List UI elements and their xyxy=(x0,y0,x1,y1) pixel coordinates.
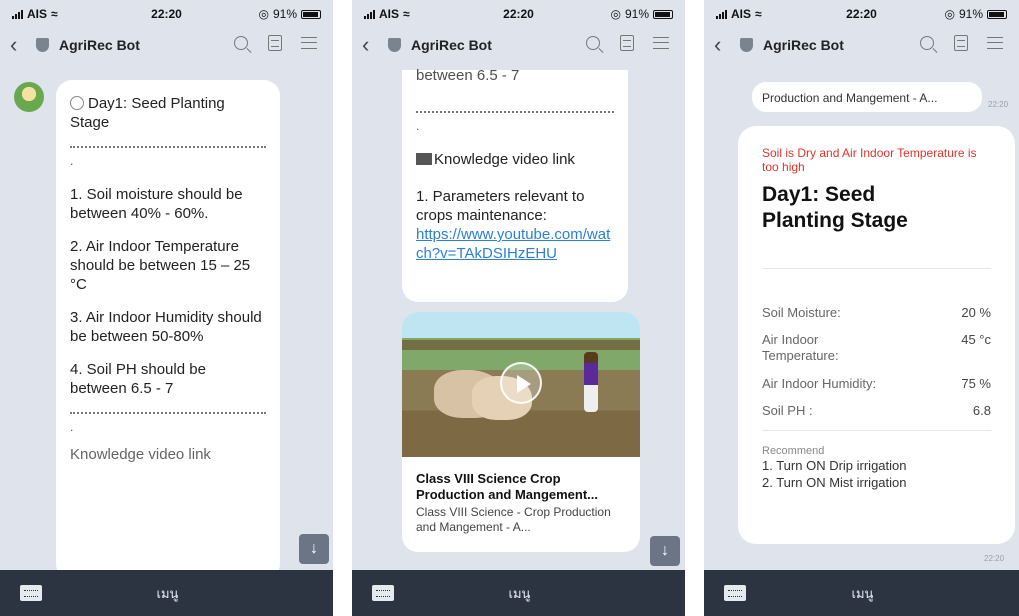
sensor-row: Soil PH : 6.8 xyxy=(762,403,991,418)
clock-time: 22:20 xyxy=(846,7,877,21)
video-subtitle: Class VIII Science - Crop Production and… xyxy=(416,505,611,534)
status-bar: AIS ≈ 22:20 ◎ 91% xyxy=(0,0,333,28)
video-card[interactable]: Class VIII Science Crop Production and M… xyxy=(402,312,640,552)
bot-avatar[interactable] xyxy=(14,82,44,112)
chat-title: AgriRec Bot xyxy=(59,37,140,53)
search-icon[interactable] xyxy=(913,35,941,55)
guideline-item: 4. Soil PH should be between 6.5 - 7 xyxy=(70,361,206,397)
battery-icon xyxy=(653,9,673,19)
chat-header: ‹ AgriRec Bot xyxy=(704,28,1019,62)
cut-video-heading: Knowledge video link xyxy=(70,446,211,463)
notes-icon[interactable] xyxy=(613,34,641,56)
sensor-value: 6.8 xyxy=(972,403,991,418)
sensor-row: Air Indoor Temperature: 45 °c xyxy=(762,332,991,364)
message-time: 22:20 xyxy=(988,100,1009,109)
chat-title: AgriRec Bot xyxy=(411,37,492,53)
chat-header: ‹ AgriRec Bot xyxy=(0,28,333,62)
status-bar: AIS ≈ 22:20 ◎ 91% xyxy=(352,0,685,28)
parameter-text: 1. Parameters relevant to crops maintena… xyxy=(416,188,585,224)
guideline-item: 3. Air Indoor Humidity should be between… xyxy=(70,309,262,345)
battery-icon xyxy=(301,9,321,19)
sensor-label: Soil Moisture: xyxy=(762,305,841,320)
bottom-menu-bar: เมนู xyxy=(704,570,1019,616)
clock-time: 22:20 xyxy=(503,7,534,21)
rich-menu-toggle[interactable]: เมนู xyxy=(42,583,293,604)
message-bubble: Day1: Seed Planting Stage . 1. Soil mois… xyxy=(56,80,280,580)
message-bubble: between 6.5 - 7 . Knowledge video link 1… xyxy=(402,67,628,302)
farmer-illustration xyxy=(584,352,598,412)
guideline-item: 1. Soil moisture should be between 40% -… xyxy=(70,186,243,222)
notes-icon[interactable] xyxy=(947,34,975,56)
sensor-label: Air Indoor Humidity: xyxy=(762,376,877,391)
status-bar: AIS ≈ 22:20 ◎ 91% xyxy=(704,0,1019,28)
divider-mark: . xyxy=(416,119,420,133)
divider-mark: . xyxy=(70,420,74,434)
battery-icon xyxy=(987,9,1007,19)
sensor-row: Soil Moisture: 20 % xyxy=(762,305,991,320)
divider xyxy=(762,268,991,269)
bottom-menu-bar: เมนู xyxy=(0,570,333,616)
recommend-label: Recommend xyxy=(762,445,825,457)
video-title: Class VIII Science Crop Production and M… xyxy=(416,471,599,502)
sensor-row: Air Indoor Humidity: 75 % xyxy=(762,376,991,391)
menu-icon[interactable] xyxy=(295,36,323,54)
rich-menu-toggle[interactable]: เมนู xyxy=(746,583,979,604)
dotted-divider xyxy=(70,412,266,414)
rich-menu-toggle[interactable]: เมนู xyxy=(394,583,645,604)
back-icon[interactable]: ‹ xyxy=(362,34,382,56)
sensor-label: Air Indoor Temperature: xyxy=(762,332,839,363)
message-time: 22:20 xyxy=(984,554,1005,563)
video-heading: Knowledge video link xyxy=(434,151,575,168)
previous-message-bubble: Production and Mangement - A... xyxy=(752,82,982,112)
menu-icon[interactable] xyxy=(981,36,1009,54)
video-link[interactable]: https://www.youtube.com/watch?v=TAkDSIHz… xyxy=(416,225,614,263)
clapperboard-icon xyxy=(416,153,432,165)
search-icon[interactable] xyxy=(227,35,255,55)
sensor-value: 45 °c xyxy=(961,332,991,347)
menu-icon[interactable] xyxy=(647,36,675,54)
chat-title: AgriRec Bot xyxy=(763,37,844,53)
stage-title: Day1: Seed Planting Stage xyxy=(762,183,908,232)
recommend-item: 1. Turn ON Drip irrigation xyxy=(762,458,907,473)
sensor-value: 75 % xyxy=(961,376,991,391)
clock-time: 22:20 xyxy=(151,7,182,21)
sensor-value: 20 % xyxy=(961,305,991,320)
dotted-divider xyxy=(70,146,266,148)
scroll-down-button[interactable]: ↓ xyxy=(299,534,329,564)
scroll-down-button[interactable]: ↓ xyxy=(650,536,680,566)
clock-icon xyxy=(70,96,84,110)
back-icon[interactable]: ‹ xyxy=(10,34,30,56)
sensor-status-card: Soil is Dry and Air Indoor Temperature i… xyxy=(738,126,1015,544)
guideline-item: 2. Air Indoor Temperature should be betw… xyxy=(70,238,251,293)
keyboard-icon[interactable] xyxy=(372,585,394,601)
stage-title: Day1: Seed Planting Stage xyxy=(70,95,225,131)
play-icon[interactable] xyxy=(500,362,542,404)
sensor-label: Soil PH : xyxy=(762,403,813,418)
official-shield-icon xyxy=(388,38,401,52)
phone-screen-1: AIS ≈ 22:20 ◎ 91% ‹ AgriRec Bot Day1: Seed… xyxy=(0,0,333,616)
video-thumbnail[interactable] xyxy=(402,312,640,457)
keyboard-icon[interactable] xyxy=(20,585,42,601)
search-icon[interactable] xyxy=(579,35,607,55)
official-shield-icon xyxy=(36,38,49,52)
bottom-menu-bar: เมนู xyxy=(352,570,685,616)
chat-header: ‹ AgriRec Bot xyxy=(352,28,685,62)
back-icon[interactable]: ‹ xyxy=(714,34,734,56)
cut-text: between 6.5 - 7 xyxy=(416,67,520,84)
official-shield-icon xyxy=(740,38,753,52)
divider xyxy=(762,430,991,431)
keyboard-icon[interactable] xyxy=(724,585,746,601)
dotted-divider xyxy=(416,111,614,113)
alert-text: Soil is Dry and Air Indoor Temperature i… xyxy=(762,146,977,174)
recommend-item: 2. Turn ON Mist irrigation xyxy=(762,475,907,490)
divider-mark: . xyxy=(70,154,74,168)
notes-icon[interactable] xyxy=(261,34,289,56)
